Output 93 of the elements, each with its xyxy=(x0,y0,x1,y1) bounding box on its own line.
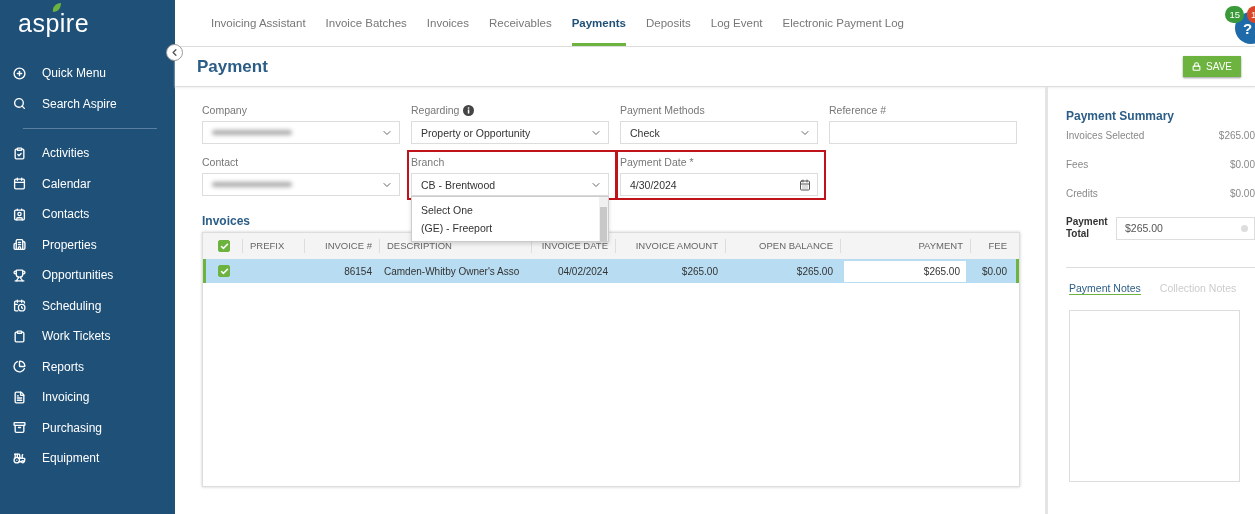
sidebar-item[interactable]: Search Aspire xyxy=(0,88,175,119)
table-cell-text: 04/02/2024 xyxy=(556,265,609,277)
summary-label: Invoices Selected xyxy=(1066,130,1145,143)
document-icon xyxy=(13,390,26,404)
notes-field[interactable] xyxy=(1069,310,1240,482)
sidebar-item[interactable]: Work Tickets xyxy=(0,321,175,352)
scrollbar[interactable] xyxy=(599,197,608,241)
clear-icon[interactable] xyxy=(1241,224,1248,232)
tractor-icon xyxy=(13,451,26,465)
table-cell-text: $265.00 xyxy=(795,265,834,277)
notification-badge[interactable]: 15 xyxy=(1225,6,1244,23)
calendar-icon xyxy=(799,178,811,191)
select-field[interactable]: Property or Opportunity xyxy=(411,121,609,144)
nav-tab[interactable]: Invoices xyxy=(426,0,469,46)
field-label: Payment Methods xyxy=(620,104,705,116)
nav-tab[interactable]: Electronic Payment Log xyxy=(782,0,904,46)
archive-icon xyxy=(13,421,26,435)
checkbox[interactable] xyxy=(218,240,230,252)
dropdown-option[interactable]: (GE) - Freeport xyxy=(412,219,599,237)
nav-tab[interactable]: Invoice Batches xyxy=(325,0,407,46)
calendar-clock-icon xyxy=(13,299,26,313)
summary-label: Credits xyxy=(1066,188,1098,201)
field-value: 4/30/2024 xyxy=(630,178,677,191)
summary-value: $265.00 xyxy=(1218,130,1255,143)
sidebar-item[interactable]: Reports xyxy=(0,351,175,382)
sidebar-item[interactable]: Equipment xyxy=(0,443,175,474)
table-cell-text: $265.00 xyxy=(680,265,719,277)
total-label: Payment Total xyxy=(1066,216,1106,240)
nav-tab[interactable]: Deposits xyxy=(646,0,691,46)
column-header[interactable]: FEE xyxy=(970,239,1014,253)
sidebar-item[interactable]: Scheduling xyxy=(0,290,175,321)
clipboard-check-icon xyxy=(13,146,26,160)
building-icon xyxy=(13,238,26,252)
section-title: Payment Summary xyxy=(1066,109,1176,123)
sidebar-item[interactable]: Activities xyxy=(0,138,175,169)
pie-chart-icon xyxy=(13,360,26,374)
summary-value: $0.00 xyxy=(1229,159,1255,172)
column-header[interactable]: INVOICE DATE xyxy=(531,239,615,253)
sidebar-item[interactable]: Quick Menu xyxy=(0,58,175,89)
field-label: Reference # xyxy=(829,104,887,116)
table-cell-text: 86154 xyxy=(343,265,373,277)
plus-circle-icon xyxy=(13,66,26,80)
table-cell-text: Camden-Whitby Owner's Asso xyxy=(383,265,521,277)
select-field[interactable]: Check xyxy=(620,121,818,144)
sidebar-item[interactable]: Opportunities xyxy=(0,260,175,291)
select-field[interactable] xyxy=(202,173,400,196)
sidebar-item[interactable]: Calendar xyxy=(0,168,175,199)
column-header[interactable]: INVOICE AMOUNT xyxy=(615,239,725,253)
field-label: Company xyxy=(202,104,247,116)
checkbox[interactable] xyxy=(218,265,230,277)
page-title: Payment xyxy=(197,56,268,77)
nav-tab[interactable]: Log Event xyxy=(710,0,763,46)
column-header[interactable]: INVOICE # xyxy=(304,239,379,253)
table-cell-text: $0.00 xyxy=(980,265,1008,277)
sidebar-item[interactable]: Purchasing xyxy=(0,412,175,443)
field-value: CB - Brentwood xyxy=(421,178,496,191)
field-value: Property or Opportunity xyxy=(421,126,531,139)
select-field[interactable]: CB - Brentwood xyxy=(411,173,609,196)
dropdown-option[interactable]: Select One xyxy=(412,201,599,219)
payment-input[interactable]: $265.00 xyxy=(844,260,966,282)
field-label: Regarding xyxy=(411,104,460,116)
logo: aspire xyxy=(18,9,90,38)
input-field[interactable]: 4/30/2024 xyxy=(620,173,818,196)
summary-label: Fees xyxy=(1066,159,1089,172)
total-field[interactable]: $265.00 xyxy=(1116,216,1255,240)
section-title: Invoices xyxy=(202,214,252,228)
sidebar-item[interactable]: Contacts xyxy=(0,199,175,230)
field-label: Branch xyxy=(411,156,445,168)
summary-value: $0.00 xyxy=(1229,188,1255,201)
column-header[interactable]: DESCRIPTION xyxy=(379,239,531,253)
table-row[interactable]: 86154 Camden-Whitby Owner's Asso 04/02/2024 $265.00 $265.00 $265.00 $0.00 xyxy=(203,259,1019,283)
column-header[interactable]: OPEN BALANCE xyxy=(725,239,840,253)
field-value: Check xyxy=(630,126,660,139)
field-label: Contact xyxy=(202,156,239,168)
nav-tab[interactable]: Receivables xyxy=(489,0,552,46)
field-label: Payment Date * xyxy=(620,156,694,168)
column-header[interactable]: PAYMENT xyxy=(840,239,970,253)
column-header[interactable]: PREFIX xyxy=(242,239,304,253)
clipboard-icon xyxy=(13,329,26,343)
leaf-icon xyxy=(52,3,61,13)
nav-tab[interactable]: Invoicing Assistant xyxy=(211,0,306,46)
select-field[interactable] xyxy=(202,121,400,144)
input-field[interactable] xyxy=(829,121,1017,144)
sidebar-item[interactable]: Invoicing xyxy=(0,382,175,413)
notes-tab[interactable]: Payment Notes xyxy=(1069,282,1141,295)
trophy-icon xyxy=(13,268,26,282)
search-icon xyxy=(13,97,26,111)
lock-icon xyxy=(1192,62,1202,71)
notification-badge[interactable]: 1 xyxy=(1247,6,1255,23)
contact-card-icon xyxy=(13,207,26,221)
nav-tab[interactable]: Payments xyxy=(571,0,626,46)
calendar-icon xyxy=(13,177,26,191)
sidebar-item[interactable]: Properties xyxy=(0,229,175,260)
